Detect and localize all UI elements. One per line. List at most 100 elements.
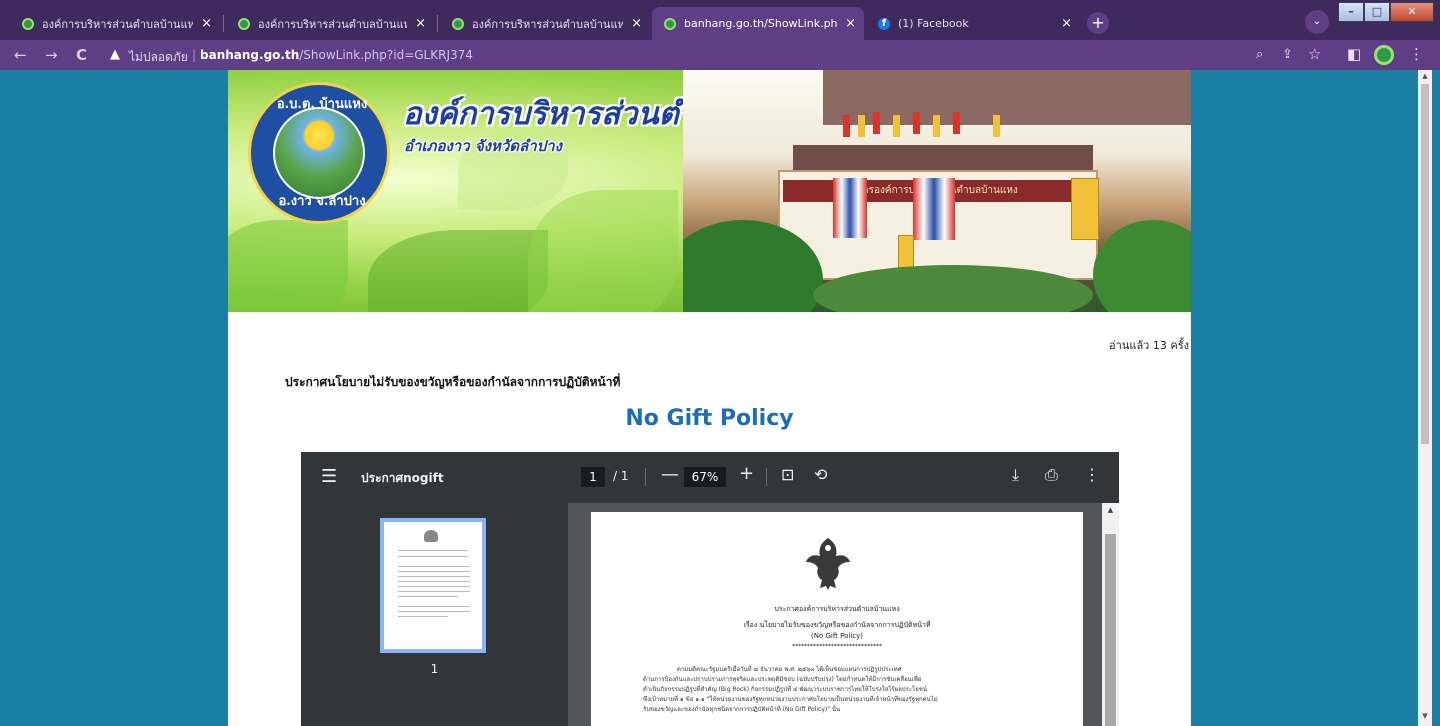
thumbnail-line: [398, 606, 470, 607]
maximize-button[interactable]: □: [1364, 2, 1390, 22]
thumbnail-line: [398, 611, 470, 612]
site-logo-seal[interactable]: อ.บ.ต. บ้านแหง อ.งาว จ.ลำปาง: [248, 82, 390, 224]
tab-separator: [437, 15, 438, 32]
browser-tab[interactable]: f (1) Facebook ×: [866, 7, 1080, 40]
pdf-zoom-in-button[interactable]: +: [739, 463, 754, 484]
scroll-up-icon[interactable]: ▲: [1418, 72, 1432, 84]
fit-page-icon[interactable]: ⊡: [781, 465, 794, 484]
tab-title: องค์การบริหารส่วนตำบลบ้านแหง อำเภ: [258, 17, 408, 31]
pdf-thumbnail-sidebar: 1: [301, 503, 568, 726]
close-window-button[interactable]: ✕: [1390, 2, 1434, 22]
flag: [873, 112, 880, 134]
warning-icon[interactable]: ▲: [110, 47, 120, 62]
new-tab-button[interactable]: +: [1087, 12, 1109, 34]
pdf-viewer: ☰ ประกาศnogift 1 / 1 — 67% + ⊡ ⟲ ⤓ ⎙ ⋮ 1…: [301, 452, 1119, 726]
banner-subtitle: อำเภองาว จังหวัดลำปาง: [404, 137, 562, 155]
page-viewport: อ.บ.ต. บ้านแหง อ.งาว จ.ลำปาง องค์การบริห…: [0, 70, 1440, 726]
share-icon[interactable]: ⇪: [1282, 47, 1293, 62]
pdf-page-total: / 1: [613, 469, 629, 483]
site-favicon-icon: [238, 17, 250, 30]
pdf-zoom-out-button[interactable]: —: [661, 464, 679, 485]
thumbnail-line: [398, 576, 470, 577]
doc-paragraph-line: รับของขวัญและของกำนัลทุกชนิดจากการปฏิบัต…: [643, 706, 841, 713]
banner-leaf: [368, 230, 548, 312]
tab-close-icon[interactable]: ×: [201, 16, 212, 31]
flag: [953, 112, 960, 134]
browser-tab[interactable]: องค์การบริหารส่วนตำบลบ้านแหง อำเภ ×: [440, 7, 650, 40]
pdf-scroll-up-icon[interactable]: ▲: [1102, 503, 1119, 518]
flag-drape: [833, 178, 867, 238]
zoom-icon[interactable]: ⌕: [1256, 47, 1263, 62]
page-content: อ.บ.ต. บ้านแหง อ.งาว จ.ลำปาง องค์การบริห…: [228, 70, 1191, 726]
flag-drape: [913, 178, 955, 240]
url-host: banhang.go.th: [200, 48, 300, 62]
garuda-emblem-icon: [806, 538, 850, 590]
side-panel-icon[interactable]: ◧: [1347, 45, 1361, 63]
window-controls: – □ ✕: [1338, 2, 1434, 22]
doc-paragraph-line: ดำเนินกิจกรรมปฏิรูปที่สำคัญ (Big Rock) ก…: [643, 686, 927, 693]
flag: [933, 115, 940, 137]
thumbnail-line: [398, 571, 470, 572]
pdf-menu-icon[interactable]: ☰: [321, 466, 337, 487]
seal-bottom-text: อ.งาว จ.ลำปาง: [278, 194, 366, 209]
thumbnail-line: [398, 596, 458, 597]
browser-toolbar: ← → C ▲ ไม่ปลอดภัย | banhang.go.th/ShowL…: [0, 40, 1440, 70]
tab-search-button[interactable]: ⌄: [1305, 10, 1329, 34]
site-favicon-icon: [664, 17, 676, 30]
tab-title: องค์การบริหารส่วนตำบลบ้านแหง อำเภ: [42, 17, 194, 31]
doc-paragraph-line: ด้านการป้องกันและปราบปรามการทุจริตและประ…: [643, 676, 922, 683]
thumbnail-line: [398, 556, 468, 557]
thumbnail-emblem: [424, 530, 438, 542]
page-scrollbar[interactable]: ▲ ▼: [1418, 70, 1432, 726]
rotate-icon[interactable]: ⟲: [814, 465, 827, 484]
bookmark-icon[interactable]: ☆: [1308, 45, 1321, 63]
site-banner: อ.บ.ต. บ้านแหง อ.งาว จ.ลำปาง องค์การบริห…: [228, 70, 1191, 312]
thumbnail-page-number: 1: [430, 662, 439, 676]
minimize-button[interactable]: –: [1338, 2, 1364, 22]
browser-menu-icon[interactable]: ⋮: [1409, 45, 1424, 63]
pdf-scrollbar[interactable]: ▲: [1102, 503, 1119, 726]
url-path: /ShowLink.php?id=GLKRJ374: [299, 48, 473, 62]
reload-icon[interactable]: C: [76, 46, 87, 64]
banner-leaf: [528, 190, 678, 312]
back-icon[interactable]: ←: [14, 46, 27, 64]
tree: [1093, 220, 1191, 312]
yellow-banner: [1071, 178, 1099, 240]
flag: [913, 112, 920, 134]
tab-close-icon[interactable]: ×: [631, 16, 642, 31]
browser-tab[interactable]: องค์การบริหารส่วนตำบลบ้านแหง อำเภ ×: [10, 7, 220, 40]
tab-close-icon[interactable]: ×: [415, 16, 426, 31]
thumbnail-line: [398, 616, 448, 617]
address-separator: |: [192, 48, 197, 62]
building-roof: [793, 145, 1093, 173]
tab-close-icon[interactable]: ×: [1061, 16, 1072, 31]
pdf-scroll-thumb[interactable]: [1105, 534, 1116, 726]
page-thumbnail[interactable]: [380, 518, 486, 653]
pdf-zoom-input[interactable]: 67%: [684, 467, 726, 487]
doc-heading: ประกาศองค์การบริหารส่วนตำบลบ้านแหง: [774, 605, 900, 613]
browser-tab-active[interactable]: banhang.go.th/ShowLink.php?id ×: [652, 7, 864, 40]
address-bar[interactable]: banhang.go.th/ShowLink.php?id=GLKRJ374: [200, 48, 473, 62]
browser-tab[interactable]: องค์การบริหารส่วนตำบลบ้านแหง อำเภ ×: [226, 7, 434, 40]
doc-subject-en: (No Gift Policy): [810, 632, 864, 640]
insecure-label[interactable]: ไม่ปลอดภัย: [129, 48, 188, 67]
banner-leaf: [228, 220, 348, 312]
tab-title: องค์การบริหารส่วนตำบลบ้านแหง อำเภ: [472, 17, 624, 31]
print-icon[interactable]: ⎙: [1045, 465, 1058, 485]
pdf-page-input[interactable]: 1: [581, 467, 605, 487]
forward-icon[interactable]: →: [45, 46, 58, 64]
seal-top-text: อ.บ.ต. บ้านแหง: [276, 97, 368, 112]
scroll-down-icon[interactable]: ▼: [1418, 712, 1432, 724]
post-title: ประกาศนโยบายไม่รับของขวัญหรือของกำนัลจาก…: [285, 375, 621, 389]
flag: [843, 115, 850, 137]
doc-divider-stars: ******************************: [792, 643, 882, 650]
download-icon[interactable]: ⤓: [1012, 465, 1019, 485]
tab-close-icon[interactable]: ×: [845, 16, 856, 31]
pdf-file-name: ประกาศnogift: [361, 471, 444, 485]
pdf-more-icon[interactable]: ⋮: [1084, 465, 1100, 484]
flag: [858, 115, 865, 137]
page-scroll-thumb[interactable]: [1421, 84, 1429, 444]
facebook-favicon-icon: f: [878, 17, 890, 30]
profile-avatar[interactable]: [1374, 45, 1394, 65]
doc-paragraph-line: ซึ่งเป้าหมายที่ ๑ ข้อ ๑.๑ "ให้หน่วยงานขอ…: [643, 696, 938, 703]
